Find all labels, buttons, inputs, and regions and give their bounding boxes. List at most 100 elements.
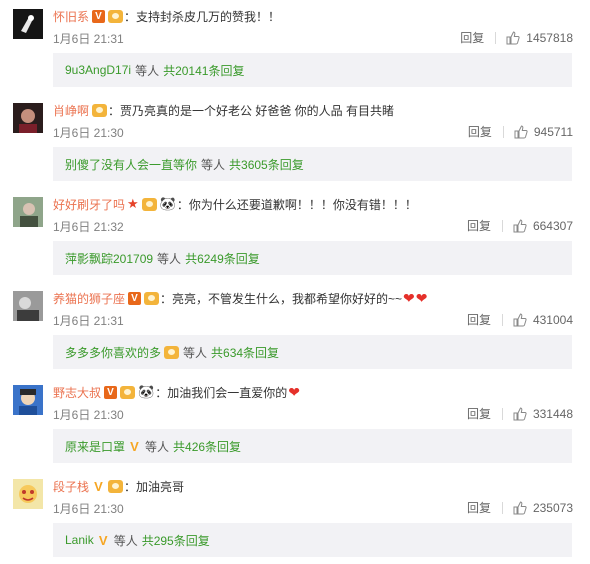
reply-user-link[interactable]: 多多多你喜欢的多 bbox=[65, 344, 161, 361]
avatar[interactable] bbox=[13, 291, 43, 321]
heart-icon: ❤ bbox=[288, 383, 300, 400]
reply-count-link[interactable]: 共295条回复 bbox=[142, 532, 210, 549]
verified-v-icon: V bbox=[92, 9, 106, 23]
reply-user-link[interactable]: Lanik bbox=[65, 533, 94, 547]
reply-user-link[interactable]: 别傻了没有人会一直等你 bbox=[65, 156, 197, 173]
reply-button[interactable]: 回复 bbox=[468, 123, 492, 140]
like-count: 235073 bbox=[532, 500, 573, 515]
reply-count-link[interactable]: 共426条回复 bbox=[173, 438, 241, 455]
heart-icon: ❤ bbox=[403, 289, 415, 306]
thumbs-up-icon[interactable] bbox=[513, 218, 527, 233]
avatar[interactable] bbox=[13, 385, 43, 415]
comment-item: 段子栈 V ：加油亮哥 1月6日 21:30 回复 235073 Lanik V… bbox=[0, 470, 590, 564]
verified-v-icon: V bbox=[130, 438, 139, 454]
panda-icon: 🐼 bbox=[159, 196, 176, 211]
fan-badge-icon bbox=[92, 103, 108, 117]
username[interactable]: 怀旧系 bbox=[53, 8, 89, 25]
divider bbox=[495, 31, 497, 44]
thumbs-up-icon[interactable] bbox=[514, 124, 528, 139]
comment-item: 好好刷牙了吗 ★ 🐼 ：你为什么还要道歉啊！！！你没有错！！！ 1月6日 21:… bbox=[0, 188, 590, 282]
username[interactable]: 养猫的狮子座 bbox=[53, 290, 125, 307]
divider bbox=[501, 407, 503, 420]
replies-summary[interactable]: 萍影飘踪201709 等人 共6249条回复 bbox=[53, 241, 572, 275]
reply-button[interactable]: 回复 bbox=[467, 405, 491, 422]
divider bbox=[501, 313, 503, 326]
comment-header: 好好刷牙了吗 ★ 🐼 ：你为什么还要道歉啊！！！你没有错！！！ bbox=[53, 195, 417, 213]
like-count: 664307 bbox=[532, 218, 573, 233]
timestamp: 1月6日 21:30 bbox=[53, 126, 124, 140]
username[interactable]: 好好刷牙了吗 bbox=[53, 196, 125, 213]
avatar[interactable] bbox=[13, 197, 43, 227]
reply-button[interactable]: 回复 bbox=[460, 29, 484, 46]
reply-user-link[interactable]: 9u3AngD17i bbox=[65, 63, 131, 77]
comment-header: 养猫的狮子座 V ：亮亮，不管发生什么，我都希望你好好的~~ ❤ ❤ bbox=[53, 289, 428, 307]
comment-text: ：加油我们会一直爱你的 bbox=[155, 385, 288, 400]
reply-suffix: 等人 bbox=[113, 533, 138, 548]
comment-item: 怀旧系 V ：支持封杀皮几万的赞我！！ 1月6日 21:31 回复 145781… bbox=[0, 0, 590, 94]
reply-count-link[interactable]: 共20141条回复 bbox=[163, 62, 244, 79]
like-count: 431004 bbox=[532, 312, 573, 327]
verified-v-icon: V bbox=[98, 532, 108, 548]
divider bbox=[502, 125, 504, 138]
heart-icon: ❤ bbox=[415, 289, 428, 306]
replies-summary[interactable]: 多多多你喜欢的多 等人 共634条回复 bbox=[53, 335, 572, 369]
like-count: 945711 bbox=[533, 124, 573, 139]
replies-summary[interactable]: Lanik V 等人 共295条回复 bbox=[53, 523, 572, 557]
like-count: 1457818 bbox=[526, 30, 573, 45]
fan-badge-icon bbox=[108, 479, 124, 493]
reply-suffix: 等人 bbox=[183, 345, 208, 360]
reply-button[interactable]: 回复 bbox=[467, 311, 491, 328]
timestamp: 1月6日 21:31 bbox=[53, 314, 124, 328]
reply-button[interactable]: 回复 bbox=[467, 217, 491, 234]
verified-v-icon: V bbox=[94, 478, 103, 494]
thumbs-up-icon[interactable] bbox=[513, 312, 527, 327]
reply-suffix: 等人 bbox=[135, 63, 160, 78]
comment-text: ：支持封杀皮几万的赞我！！ bbox=[124, 9, 281, 24]
username[interactable]: 野志大叔 bbox=[53, 384, 101, 401]
reply-suffix: 等人 bbox=[157, 251, 182, 266]
timestamp: 1月6日 21:32 bbox=[53, 220, 124, 234]
comment-item: 养猫的狮子座 V ：亮亮，不管发生什么，我都希望你好好的~~ ❤ ❤ 1月6日 … bbox=[0, 282, 590, 376]
reply-suffix: 等人 bbox=[145, 439, 170, 454]
reply-user-link[interactable]: 萍影飘踪201709 bbox=[65, 250, 153, 267]
reply-user-link[interactable]: 原来是口罩 bbox=[65, 438, 125, 455]
comment-header: 野志大叔 V 🐼 ：加油我们会一直爱你的 ❤ bbox=[53, 383, 300, 401]
star-icon: ★ bbox=[127, 196, 139, 211]
timestamp: 1月6日 21:30 bbox=[53, 408, 124, 422]
comment-text: ：亮亮，不管发生什么，我都希望你好好的~~ bbox=[160, 291, 403, 306]
replies-summary[interactable]: 别傻了没有人会一直等你 等人 共3605条回复 bbox=[53, 147, 572, 181]
verified-v-icon: V bbox=[104, 385, 118, 399]
comment-text: ：加油亮哥 bbox=[124, 479, 185, 494]
avatar[interactable] bbox=[13, 479, 43, 509]
replies-summary[interactable]: 9u3AngD17i 等人 共20141条回复 bbox=[53, 53, 572, 87]
username[interactable]: 肖峥啊 bbox=[53, 102, 89, 119]
reply-count-link[interactable]: 共634条回复 bbox=[211, 344, 279, 361]
username[interactable]: 段子栈 bbox=[53, 478, 89, 495]
thumbs-up-icon[interactable] bbox=[506, 30, 520, 45]
avatar[interactable] bbox=[13, 9, 43, 39]
thumbs-up-icon[interactable] bbox=[513, 406, 527, 421]
comment-actions: 回复 235073 bbox=[467, 499, 573, 516]
fan-badge-icon bbox=[141, 197, 157, 211]
comment-item: 野志大叔 V 🐼 ：加油我们会一直爱你的 ❤ 1月6日 21:30 回复 331… bbox=[0, 376, 590, 470]
fan-badge-icon bbox=[164, 345, 180, 359]
comment-header: 肖峥啊 ：贾乃亮真的是一个好老公 好爸爸 你的人品 有目共睹 bbox=[53, 101, 394, 119]
divider bbox=[501, 501, 503, 514]
comment-item: 肖峥啊 ：贾乃亮真的是一个好老公 好爸爸 你的人品 有目共睹 1月6日 21:3… bbox=[0, 94, 590, 188]
comment-header: 段子栈 V ：加油亮哥 bbox=[53, 477, 184, 495]
fan-badge-icon bbox=[108, 9, 124, 23]
comment-header: 怀旧系 V ：支持封杀皮几万的赞我！！ bbox=[53, 7, 280, 25]
timestamp: 1月6日 21:30 bbox=[53, 502, 124, 516]
reply-count-link[interactable]: 共3605条回复 bbox=[229, 156, 304, 173]
replies-summary[interactable]: 原来是口罩 V 等人 共426条回复 bbox=[53, 429, 572, 463]
comment-text: ：你为什么还要道歉啊！！！你没有错！！！ bbox=[176, 197, 417, 212]
avatar[interactable] bbox=[13, 103, 43, 133]
verified-v-icon: V bbox=[128, 291, 142, 305]
fan-badge-icon bbox=[120, 385, 136, 399]
comment-actions: 回复 945711 bbox=[468, 123, 573, 140]
comment-actions: 回复 1457818 bbox=[460, 29, 573, 46]
thumbs-up-icon[interactable] bbox=[513, 500, 527, 515]
reply-count-link[interactable]: 共6249条回复 bbox=[185, 250, 260, 267]
comment-actions: 回复 664307 bbox=[467, 217, 573, 234]
reply-button[interactable]: 回复 bbox=[467, 499, 491, 516]
